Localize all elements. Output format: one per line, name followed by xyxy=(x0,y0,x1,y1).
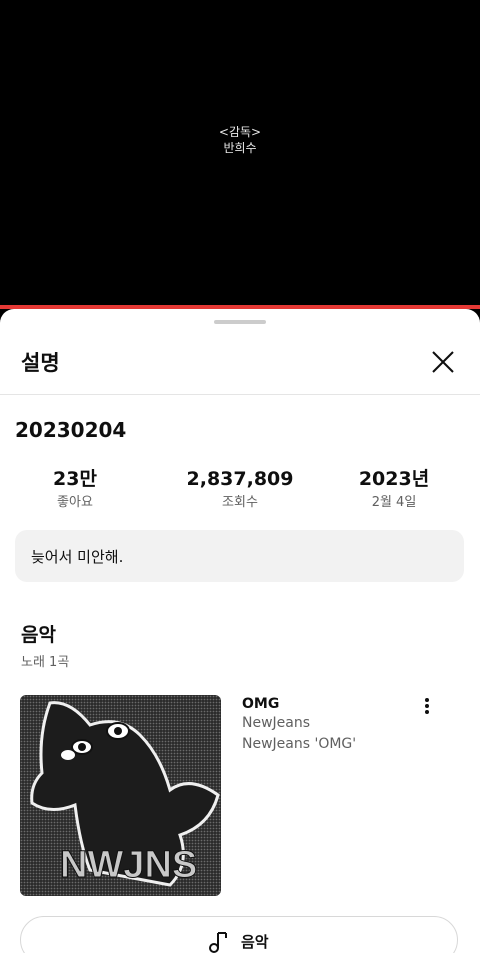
description-box[interactable]: 늦어서 미안해. xyxy=(15,530,464,582)
song-album: NewJeans 'OMG' xyxy=(242,736,357,752)
music-button[interactable]: 음악 xyxy=(20,916,458,953)
close-icon[interactable] xyxy=(428,347,458,377)
video-title: 20230204 xyxy=(15,418,127,442)
panel-title: 설명 xyxy=(21,351,60,375)
year-value: 2023년 xyxy=(358,468,430,490)
more-options-icon[interactable] xyxy=(416,695,438,719)
music-note-icon xyxy=(208,930,228,953)
credit-name: 반희수 xyxy=(223,141,257,155)
music-button-label: 음악 xyxy=(241,933,269,951)
song-title[interactable]: OMG xyxy=(242,696,279,712)
video-player[interactable]: <감독> 반희수 xyxy=(0,0,480,310)
song-artist: NewJeans xyxy=(242,715,311,731)
header-divider xyxy=(0,394,480,395)
video-credits: <감독> 반희수 xyxy=(0,124,480,156)
date-label: 2월 4일 xyxy=(371,495,417,510)
likes-value: 23만 xyxy=(53,468,97,490)
views-stat: 2,837,809 조회수 xyxy=(160,466,320,512)
credit-role: <감독> xyxy=(218,125,262,139)
likes-label: 좋아요 xyxy=(57,495,93,510)
description-panel: 설명 20230204 23만 좋아요 2,837,809 조회수 2023년 … xyxy=(0,309,480,953)
views-label: 조회수 xyxy=(222,495,258,510)
likes-stat: 23만 좋아요 xyxy=(22,466,128,512)
album-art[interactable]: NWJNS xyxy=(20,695,221,896)
description-text: 늦어서 미안해. xyxy=(31,548,124,566)
music-heading: 음악 xyxy=(21,624,56,646)
date-stat: 2023년 2월 4일 xyxy=(344,466,444,512)
drag-handle[interactable] xyxy=(214,320,266,324)
views-value: 2,837,809 xyxy=(186,468,294,490)
song-count: 노래 1곡 xyxy=(21,655,70,670)
album-art-text: NWJNS xyxy=(60,844,197,886)
